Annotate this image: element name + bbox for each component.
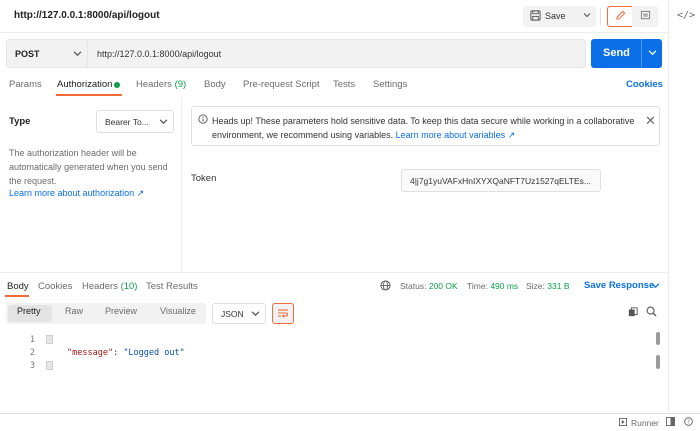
- json-colon: :: [113, 348, 124, 358]
- time-value: 490 ms: [490, 281, 519, 291]
- url-value: http://127.0.0.1:8000/api/logout: [97, 49, 222, 59]
- comments-button[interactable]: [632, 6, 658, 27]
- tab-headers-label: Headers: [136, 79, 172, 90]
- active-tab-underline: [56, 94, 122, 96]
- format-select[interactable]: JSON: [212, 303, 266, 324]
- svg-text:?: ?: [687, 420, 690, 426]
- code-snippet-icon[interactable]: </>: [677, 10, 695, 21]
- response-headers-count: (10): [120, 281, 138, 292]
- info-icon: [198, 114, 208, 126]
- response-tab-headers[interactable]: Headers (10): [82, 281, 137, 292]
- toolbar-divider: [600, 8, 601, 25]
- fold-open-icon[interactable]: [46, 335, 53, 344]
- runner-label: Runner: [631, 418, 659, 428]
- status-bar: [0, 413, 700, 431]
- chevron-down-icon: [73, 49, 82, 60]
- url-input[interactable]: http://127.0.0.1:8000/api/logout: [88, 39, 586, 68]
- fold-close-icon[interactable]: [46, 361, 53, 370]
- auth-panel-divider: [181, 97, 182, 272]
- view-pretty[interactable]: Pretty: [17, 306, 41, 316]
- chevron-down-icon: [648, 48, 657, 59]
- size-label: Size:: [526, 281, 545, 291]
- scrollbar-thumb[interactable]: [656, 332, 660, 345]
- size-value: 331 B: [547, 281, 570, 291]
- tab-tests[interactable]: Tests: [333, 79, 355, 90]
- wrap-lines-button[interactable]: [272, 303, 294, 324]
- sensitive-data-notice: Heads up! These parameters hold sensitiv…: [191, 106, 660, 146]
- tab-authorization[interactable]: Authorization: [57, 79, 112, 90]
- scrollbar-thumb[interactable]: [656, 355, 660, 369]
- line-number: 3: [29, 361, 35, 371]
- wrap-icon: [277, 308, 289, 320]
- tab-prerequest-script[interactable]: Pre-request Script: [243, 79, 320, 90]
- response-headers-label: Headers: [82, 281, 118, 292]
- token-label: Token: [191, 173, 217, 184]
- time-label: Time:: [467, 281, 488, 291]
- view-raw[interactable]: Raw: [65, 306, 83, 316]
- status-value: 200 OK: [428, 281, 458, 291]
- learn-more-variables-link[interactable]: Learn more about variables ↗: [396, 130, 516, 140]
- edit-button[interactable]: [607, 6, 633, 27]
- response-status: Status: 200 OK: [400, 281, 458, 291]
- json-value: "Logged out": [123, 348, 185, 358]
- help-icon[interactable]: ?: [684, 417, 693, 428]
- token-value: 4|j7g1yuVAFxHnIXYXQaNFT7Uz1527qELTEs...: [410, 176, 591, 186]
- save-icon: [530, 10, 541, 23]
- method-select[interactable]: POST: [6, 39, 88, 68]
- save-button[interactable]: Save: [523, 6, 596, 27]
- save-label: Save: [545, 11, 566, 21]
- response-size: Size: 331 B: [526, 281, 570, 291]
- runner-button[interactable]: Runner: [619, 418, 659, 428]
- pencil-icon: [615, 10, 626, 23]
- tab-settings[interactable]: Settings: [373, 79, 407, 90]
- response-tab-body[interactable]: Body: [7, 281, 29, 292]
- chevron-down-icon: [159, 117, 168, 128]
- chevron-down-icon[interactable]: [583, 11, 591, 21]
- layout-icon[interactable]: [666, 417, 675, 428]
- view-preview[interactable]: Preview: [105, 306, 137, 316]
- tab-body[interactable]: Body: [204, 79, 226, 90]
- send-options-button[interactable]: [641, 39, 662, 68]
- notice-text: Heads up! These parameters hold sensitiv…: [212, 114, 642, 142]
- type-label: Type: [9, 116, 31, 127]
- tab-params[interactable]: Params: [9, 79, 42, 90]
- learn-more-authorization-link[interactable]: Learn more about authorization ↗: [9, 188, 144, 199]
- line-number: 1: [29, 335, 35, 345]
- code-line: "message": "Logged out": [67, 348, 185, 358]
- response-divider: [0, 272, 668, 273]
- json-key: "message": [67, 348, 114, 358]
- auth-type-select[interactable]: Bearer To...: [96, 110, 174, 133]
- token-input[interactable]: 4|j7g1yuVAFxHnIXYXQaNFT7Uz1527qELTEs...: [401, 169, 601, 192]
- copy-icon[interactable]: [628, 307, 638, 319]
- search-icon[interactable]: [646, 306, 657, 319]
- view-visualize[interactable]: Visualize: [160, 306, 196, 316]
- runner-icon: [619, 418, 627, 428]
- chevron-down-icon: [251, 309, 260, 320]
- response-time: Time: 490 ms: [467, 281, 518, 291]
- auth-active-indicator: [114, 82, 120, 88]
- save-response-button[interactable]: Save Response: [584, 280, 654, 291]
- globe-icon[interactable]: [380, 280, 391, 293]
- tab-headers[interactable]: Headers (9): [136, 79, 186, 90]
- active-tab-underline: [5, 295, 29, 297]
- send-button[interactable]: Send: [591, 39, 641, 68]
- right-sidebar: [668, 0, 700, 415]
- close-icon[interactable]: ✕: [645, 113, 656, 129]
- request-title[interactable]: http://127.0.0.1:8000/api/logout: [14, 10, 160, 21]
- auth-description: The authorization header will be automat…: [9, 148, 168, 186]
- response-tab-cookies[interactable]: Cookies: [38, 281, 72, 292]
- status-label: Status:: [400, 281, 427, 291]
- auth-type-value: Bearer To...: [105, 117, 149, 127]
- headers-count: (9): [174, 79, 187, 90]
- method-value: POST: [15, 49, 40, 59]
- cookies-link[interactable]: Cookies: [626, 79, 663, 90]
- comment-icon: [640, 10, 651, 23]
- chevron-down-icon[interactable]: [651, 281, 660, 292]
- line-number: 2: [29, 348, 35, 358]
- format-value: JSON: [221, 309, 244, 319]
- send-label: Send: [603, 47, 630, 59]
- response-tab-test-results[interactable]: Test Results: [146, 281, 198, 292]
